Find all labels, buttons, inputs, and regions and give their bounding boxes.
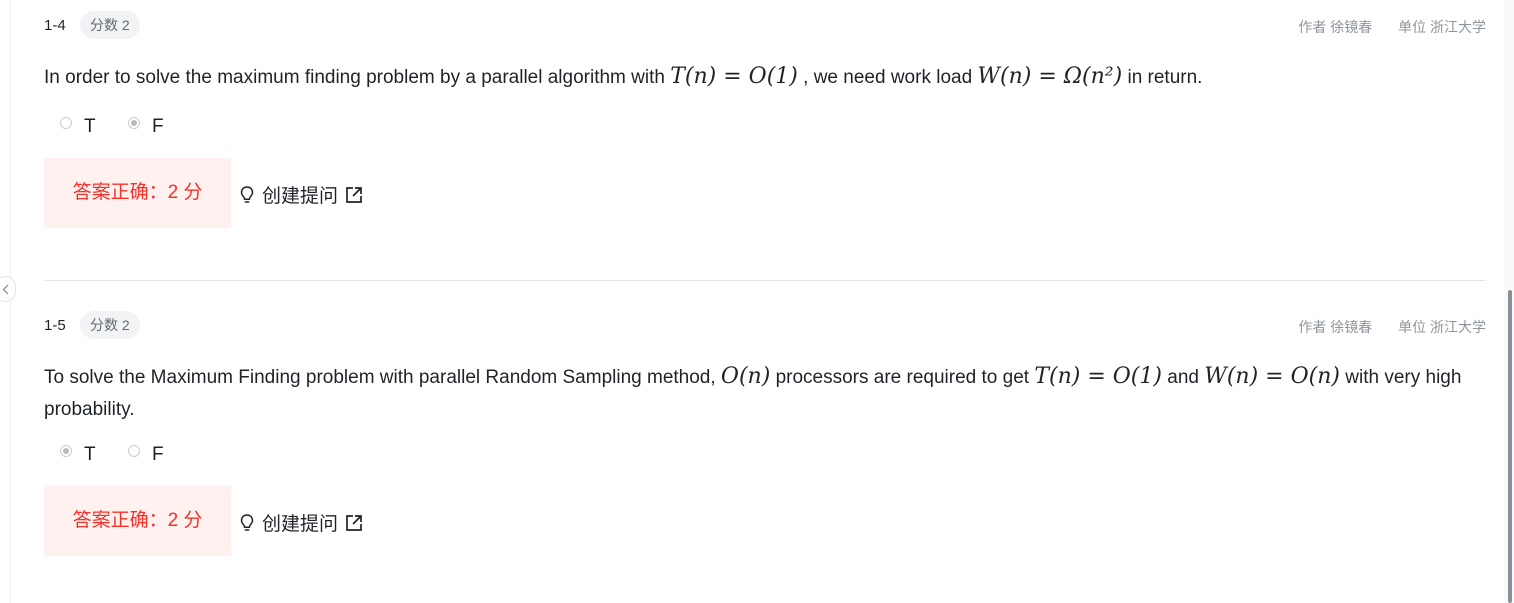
answer-result: 答案正确：2 分 bbox=[44, 158, 231, 228]
lightbulb-icon bbox=[240, 513, 254, 531]
question-divider bbox=[44, 280, 1486, 281]
answer-options: T F bbox=[44, 116, 1486, 146]
scrollbar[interactable] bbox=[1504, 0, 1514, 603]
question-text: In order to solve the maximum finding pr… bbox=[44, 61, 1486, 94]
create-question-label: 创建提问 bbox=[262, 186, 339, 207]
math-formula: T(n) = O(1) bbox=[670, 64, 798, 89]
radio-false[interactable] bbox=[128, 445, 140, 457]
chevron-left-icon bbox=[2, 284, 9, 295]
radio-false[interactable] bbox=[128, 117, 140, 129]
unit-label: 单位 浙江大学 bbox=[1398, 19, 1486, 35]
question-meta: 作者 徐镜春 单位 浙江大学 bbox=[1276, 317, 1486, 337]
option-label: F bbox=[152, 444, 164, 465]
question-number: 1-4 bbox=[44, 17, 66, 34]
text-segment: and bbox=[1161, 367, 1205, 388]
math-formula: W(n) = Ω(n²) bbox=[977, 64, 1123, 89]
math-formula: O(n) bbox=[720, 364, 771, 389]
result-row: 答案正确：2 分 创建提问 bbox=[44, 486, 1486, 556]
option-label: T bbox=[84, 116, 96, 137]
lightbulb-icon bbox=[240, 185, 254, 203]
question-header: 1-4 分数 2 作者 徐镜春 单位 浙江大学 bbox=[44, 11, 1486, 41]
author-label: 作者 徐镜春 bbox=[1298, 319, 1373, 335]
option-true[interactable]: T bbox=[60, 116, 96, 138]
text-segment: In order to solve the maximum finding pr… bbox=[44, 67, 671, 88]
option-label: T bbox=[84, 444, 96, 465]
score-badge: 分数 2 bbox=[80, 311, 140, 339]
option-true[interactable]: T bbox=[60, 444, 96, 466]
question-meta: 作者 徐镜春 单位 浙江大学 bbox=[1276, 17, 1486, 37]
text-segment: To solve the Maximum Finding problem wit… bbox=[44, 367, 721, 388]
radio-true[interactable] bbox=[60, 117, 72, 129]
create-question-label: 创建提问 bbox=[262, 514, 339, 535]
option-false[interactable]: F bbox=[128, 116, 164, 138]
text-segment: in return. bbox=[1122, 67, 1203, 88]
math-formula: W(n) = O(n) bbox=[1204, 364, 1340, 389]
option-false[interactable]: F bbox=[128, 444, 164, 466]
question-number: 1-5 bbox=[44, 317, 66, 334]
create-question-link[interactable]: 创建提问 bbox=[238, 181, 364, 208]
score-badge: 分数 2 bbox=[80, 11, 140, 39]
question-1-5: 1-5 分数 2 作者 徐镜春 单位 浙江大学 To solve the Max… bbox=[44, 311, 1486, 556]
radio-true[interactable] bbox=[60, 445, 72, 457]
result-row: 答案正确：2 分 创建提问 bbox=[44, 158, 1486, 228]
collapse-sidebar-button[interactable] bbox=[0, 276, 16, 302]
question-header: 1-5 分数 2 作者 徐镜春 单位 浙江大学 bbox=[44, 311, 1486, 341]
text-segment: , we need work load bbox=[797, 67, 978, 88]
option-label: F bbox=[152, 116, 164, 137]
text-segment: processors are required to get bbox=[770, 367, 1035, 388]
unit-label: 单位 浙江大学 bbox=[1398, 319, 1486, 335]
question-1-4: 1-4 分数 2 作者 徐镜春 单位 浙江大学 In order to solv… bbox=[44, 11, 1486, 228]
external-link-icon bbox=[346, 514, 362, 531]
math-formula: T(n) = O(1) bbox=[1034, 364, 1162, 389]
question-text: To solve the Maximum Finding problem wit… bbox=[44, 361, 1486, 426]
create-question-link[interactable]: 创建提问 bbox=[238, 509, 364, 536]
answer-result: 答案正确：2 分 bbox=[44, 486, 231, 556]
author-label: 作者 徐镜春 bbox=[1298, 19, 1373, 35]
answer-options: T F bbox=[44, 444, 1486, 474]
scrollbar-thumb[interactable] bbox=[1508, 290, 1512, 603]
external-link-icon bbox=[346, 186, 362, 203]
